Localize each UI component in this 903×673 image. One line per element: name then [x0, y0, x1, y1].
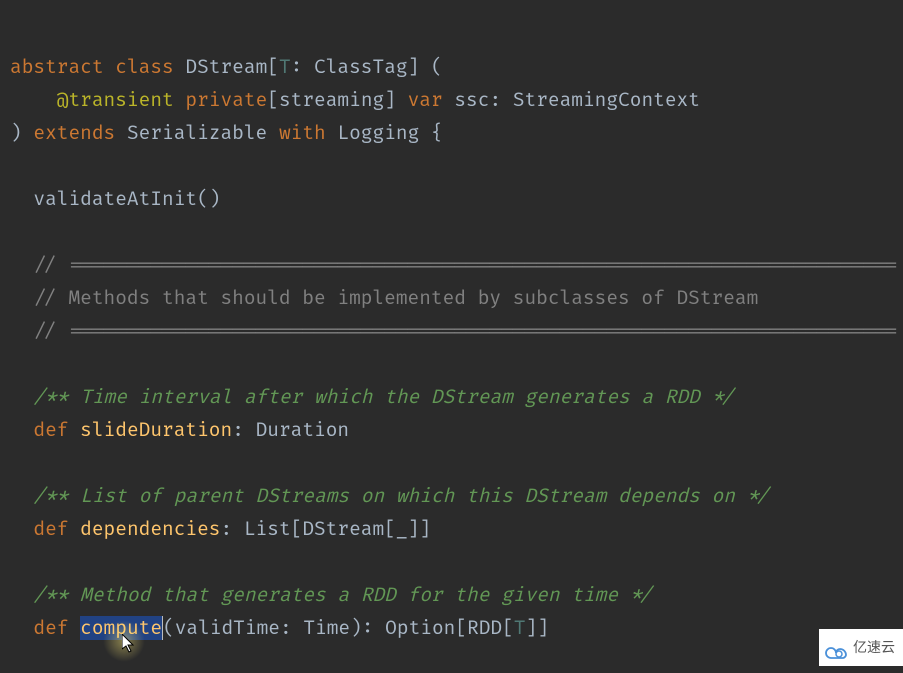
watermark-cloud-icon — [825, 640, 849, 656]
comment-subclass-methods: // Methods that should be implemented by… — [10, 286, 758, 310]
code-line-14[interactable]: /** List of parent DStreams on which thi… — [10, 484, 770, 508]
type-param-T: T — [514, 616, 526, 640]
method-slideDuration: slideDuration — [80, 418, 232, 442]
code-line-5[interactable]: validateAtInit() — [10, 187, 220, 211]
method-compute-selected: compute — [80, 616, 162, 640]
code-line-8[interactable]: // Methods that should be implemented by… — [10, 286, 758, 310]
code-line-1[interactable]: abstract class DStream[T: ClassTag] ( — [10, 55, 443, 79]
type-param-T: T — [279, 55, 291, 79]
keyword-def: def — [33, 418, 68, 442]
keyword-var: var — [408, 88, 443, 112]
keyword-def: def — [33, 616, 68, 640]
code-line-2[interactable]: @transient private[streaming] var ssc: S… — [10, 88, 700, 112]
code-line-9[interactable]: // =====================================… — [10, 319, 899, 343]
text-caret: (validTime: Time): Option[RDD[ — [162, 616, 514, 640]
keyword-extends: extends — [33, 121, 115, 145]
watermark-text: 亿速云 — [853, 631, 895, 664]
code-line-3[interactable]: ) extends Serializable with Logging { — [10, 121, 443, 145]
annotation-transient: @transient — [57, 88, 174, 112]
comment-divider-bottom: // =====================================… — [10, 319, 899, 343]
keyword-def: def — [33, 517, 68, 541]
code-editor[interactable]: abstract class DStream[T: ClassTag] ( @t… — [0, 0, 903, 645]
keyword-with: with — [279, 121, 326, 145]
call-validateAtInit: validateAtInit() — [10, 187, 220, 211]
code-line-18[interactable]: def compute(validTime: Time): Option[RDD… — [10, 616, 549, 640]
code-line-15[interactable]: def dependencies: List[DStream[_]] — [10, 517, 431, 541]
doc-compute: /** Method that generates a RDD for the … — [10, 583, 653, 607]
doc-slideDuration: /** Time interval after which the DStrea… — [10, 385, 735, 409]
comment-divider-top: // =====================================… — [10, 253, 899, 277]
keyword-abstract: abstract — [10, 55, 104, 79]
code-line-11[interactable]: /** Time interval after which the DStrea… — [10, 385, 735, 409]
method-dependencies: dependencies — [80, 517, 220, 541]
code-line-17[interactable]: /** Method that generates a RDD for the … — [10, 583, 653, 607]
keyword-class: class — [115, 55, 173, 79]
code-line-12[interactable]: def slideDuration: Duration — [10, 418, 349, 442]
watermark: 亿速云 — [819, 629, 903, 666]
doc-dependencies: /** List of parent DStreams on which thi… — [10, 484, 770, 508]
code-line-7[interactable]: // =====================================… — [10, 253, 899, 277]
keyword-private: private — [185, 88, 267, 112]
